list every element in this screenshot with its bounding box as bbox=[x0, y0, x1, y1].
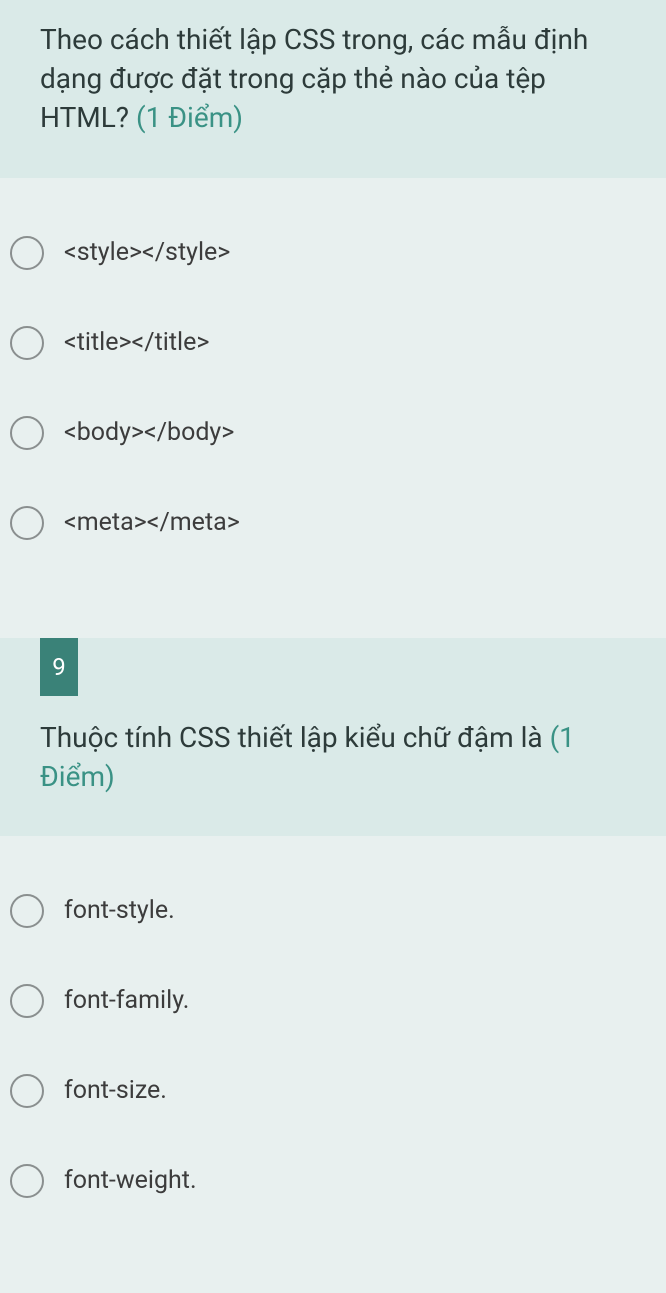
radio-button[interactable] bbox=[10, 506, 44, 540]
question-points: (1 Điểm) bbox=[136, 101, 243, 134]
answer-option[interactable]: <style></style> bbox=[10, 208, 656, 298]
question-number-badge: 9 bbox=[40, 638, 78, 696]
question-header: Theo cách thiết lập CSS trong, các mẫu đ… bbox=[0, 0, 666, 178]
answer-option[interactable]: <meta></meta> bbox=[10, 478, 656, 568]
radio-button[interactable] bbox=[10, 1074, 44, 1108]
answer-option[interactable]: font-style. bbox=[10, 866, 656, 956]
answer-label: <meta></meta> bbox=[64, 508, 240, 537]
answer-label: <title></title> bbox=[64, 328, 209, 357]
radio-button[interactable] bbox=[10, 984, 44, 1018]
radio-button[interactable] bbox=[10, 894, 44, 928]
question-text-content: Theo cách thiết lập CSS trong, các mẫu đ… bbox=[40, 23, 588, 134]
answer-label: <body></body> bbox=[64, 418, 234, 447]
radio-button[interactable] bbox=[10, 326, 44, 360]
answer-option[interactable]: font-size. bbox=[10, 1046, 656, 1136]
answers-list: font-style. font-family. font-size. font… bbox=[0, 836, 666, 1276]
answer-label: <style></style> bbox=[64, 238, 230, 267]
answer-label: font-weight. bbox=[64, 1166, 197, 1195]
answer-option[interactable]: <body></body> bbox=[10, 388, 656, 478]
radio-button[interactable] bbox=[10, 416, 44, 450]
radio-button[interactable] bbox=[10, 1164, 44, 1198]
radio-button[interactable] bbox=[10, 236, 44, 270]
question-text: Theo cách thiết lập CSS trong, các mẫu đ… bbox=[40, 20, 626, 138]
answer-label: font-size. bbox=[64, 1076, 167, 1105]
answer-label: font-style. bbox=[64, 896, 175, 925]
answer-option[interactable]: font-family. bbox=[10, 956, 656, 1046]
answer-option[interactable]: font-weight. bbox=[10, 1136, 656, 1226]
spacer bbox=[0, 618, 666, 638]
question-text: Thuộc tính CSS thiết lập kiểu chữ đậm là… bbox=[40, 718, 626, 796]
question-text-content: Thuộc tính CSS thiết lập kiểu chữ đậm là bbox=[40, 721, 550, 754]
answers-list: <style></style> <title></title> <body></… bbox=[0, 178, 666, 618]
answer-label: font-family. bbox=[64, 986, 189, 1015]
answer-option[interactable]: <title></title> bbox=[10, 298, 656, 388]
question-header: 9 Thuộc tính CSS thiết lập kiểu chữ đậm … bbox=[0, 638, 666, 836]
